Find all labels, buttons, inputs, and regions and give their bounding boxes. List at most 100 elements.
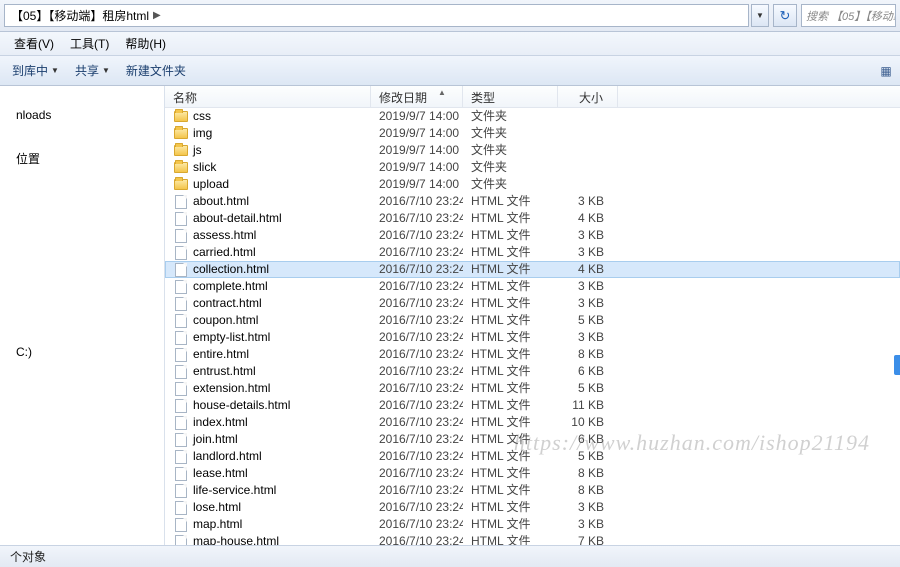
- file-name-cell: lose.html: [165, 499, 371, 516]
- file-row[interactable]: map-house.html2016/7/10 23:24HTML 文件7 KB: [165, 533, 900, 545]
- file-size-cell: 11 KB: [558, 397, 618, 414]
- file-date-cell: 2019/9/7 14:00: [371, 142, 463, 159]
- file-name-cell: upload: [165, 176, 371, 193]
- file-list-pane[interactable]: ▲ 名称 修改日期 类型 大小 css2019/9/7 14:00文件夹img2…: [165, 86, 900, 545]
- file-name-text: upload: [193, 176, 229, 193]
- sort-arrow-icon: ▲: [438, 88, 446, 97]
- file-row[interactable]: collection.html2016/7/10 23:24HTML 文件4 K…: [165, 261, 900, 278]
- file-row[interactable]: img2019/9/7 14:00文件夹: [165, 125, 900, 142]
- file-date-cell: 2016/7/10 23:24: [371, 210, 463, 227]
- new-folder-button[interactable]: 新建文件夹: [118, 58, 194, 83]
- file-name-text: js: [193, 142, 202, 159]
- file-row[interactable]: map.html2016/7/10 23:24HTML 文件3 KB: [165, 516, 900, 533]
- file-row[interactable]: landlord.html2016/7/10 23:24HTML 文件5 KB: [165, 448, 900, 465]
- file-type-cell: HTML 文件: [463, 312, 558, 329]
- file-size-cell: 5 KB: [558, 312, 618, 329]
- file-type-cell: 文件夹: [463, 176, 558, 193]
- file-row[interactable]: entire.html2016/7/10 23:24HTML 文件8 KB: [165, 346, 900, 363]
- file-row[interactable]: upload2019/9/7 14:00文件夹: [165, 176, 900, 193]
- file-row[interactable]: slick2019/9/7 14:00文件夹: [165, 159, 900, 176]
- scrollbar-indicator[interactable]: [894, 355, 900, 375]
- file-size-cell: 4 KB: [558, 210, 618, 227]
- file-date-cell: 2016/7/10 23:24: [371, 516, 463, 533]
- menu-tools[interactable]: 工具(T): [62, 33, 117, 54]
- menu-view[interactable]: 查看(V): [6, 33, 62, 54]
- file-name-text: img: [193, 125, 212, 142]
- menu-bar: 查看(V) 工具(T) 帮助(H): [0, 32, 900, 56]
- file-date-cell: 2016/7/10 23:24: [371, 363, 463, 380]
- navigation-pane[interactable]: nloads 位置 C:): [0, 86, 165, 545]
- refresh-button[interactable]: ↻: [773, 4, 797, 27]
- file-row[interactable]: assess.html2016/7/10 23:24HTML 文件3 KB: [165, 227, 900, 244]
- file-size-cell: 10 KB: [558, 414, 618, 431]
- file-name-cell: img: [165, 125, 371, 142]
- file-name-cell: collection.html: [165, 261, 371, 278]
- file-name-text: carried.html: [193, 244, 256, 261]
- file-row[interactable]: about-detail.html2016/7/10 23:24HTML 文件4…: [165, 210, 900, 227]
- file-name-cell: map-house.html: [165, 533, 371, 545]
- file-icon: [173, 194, 189, 210]
- breadcrumb[interactable]: 【05】【移动端】租房html ▶: [4, 4, 749, 27]
- column-header-type[interactable]: 类型: [463, 86, 558, 107]
- file-type-cell: HTML 文件: [463, 499, 558, 516]
- sidebar-item-drive-c[interactable]: C:): [0, 341, 164, 363]
- address-dropdown-button[interactable]: ▼: [751, 4, 769, 27]
- file-row[interactable]: carried.html2016/7/10 23:24HTML 文件3 KB: [165, 244, 900, 261]
- file-row[interactable]: complete.html2016/7/10 23:24HTML 文件3 KB: [165, 278, 900, 295]
- file-size-cell: 3 KB: [558, 516, 618, 533]
- file-size-cell: 6 KB: [558, 363, 618, 380]
- file-row[interactable]: join.html2016/7/10 23:24HTML 文件6 KB: [165, 431, 900, 448]
- file-date-cell: 2016/7/10 23:24: [371, 431, 463, 448]
- file-name-text: collection.html: [193, 261, 269, 278]
- file-row[interactable]: about.html2016/7/10 23:24HTML 文件3 KB: [165, 193, 900, 210]
- column-header-name[interactable]: 名称: [165, 86, 371, 107]
- file-row[interactable]: extension.html2016/7/10 23:24HTML 文件5 KB: [165, 380, 900, 397]
- file-icon: [173, 228, 189, 244]
- file-type-cell: HTML 文件: [463, 193, 558, 210]
- sidebar-item-recent[interactable]: 位置: [0, 146, 164, 171]
- include-in-library-button[interactable]: 到库中▼: [4, 58, 67, 83]
- file-row[interactable]: life-service.html2016/7/10 23:24HTML 文件8…: [165, 482, 900, 499]
- share-button[interactable]: 共享▼: [67, 58, 118, 83]
- file-size-cell: 7 KB: [558, 533, 618, 545]
- search-input[interactable]: 搜索 【05】【移动端: [801, 4, 896, 27]
- file-row[interactable]: css2019/9/7 14:00文件夹: [165, 108, 900, 125]
- file-name-text: entire.html: [193, 346, 249, 363]
- menu-help[interactable]: 帮助(H): [117, 33, 174, 54]
- file-size-cell: 3 KB: [558, 278, 618, 295]
- file-name-cell: landlord.html: [165, 448, 371, 465]
- file-date-cell: 2016/7/10 23:24: [371, 329, 463, 346]
- file-icon: [173, 398, 189, 414]
- status-text: 个对象: [10, 548, 46, 565]
- file-size-cell: 3 KB: [558, 499, 618, 516]
- file-row[interactable]: coupon.html2016/7/10 23:24HTML 文件5 KB: [165, 312, 900, 329]
- file-date-cell: 2016/7/10 23:24: [371, 295, 463, 312]
- file-size-cell: 8 KB: [558, 482, 618, 499]
- file-name-text: slick: [193, 159, 216, 176]
- file-row[interactable]: empty-list.html2016/7/10 23:24HTML 文件3 K…: [165, 329, 900, 346]
- file-name-cell: lease.html: [165, 465, 371, 482]
- file-icon: [173, 211, 189, 227]
- file-name-cell: entire.html: [165, 346, 371, 363]
- folder-icon: [173, 109, 189, 125]
- file-date-cell: 2016/7/10 23:24: [371, 533, 463, 545]
- file-icon: [173, 330, 189, 346]
- file-name-cell: house-details.html: [165, 397, 371, 414]
- file-name-text: join.html: [193, 431, 238, 448]
- file-row[interactable]: lease.html2016/7/10 23:24HTML 文件8 KB: [165, 465, 900, 482]
- file-icon: [173, 534, 189, 546]
- file-type-cell: HTML 文件: [463, 516, 558, 533]
- file-row[interactable]: house-details.html2016/7/10 23:24HTML 文件…: [165, 397, 900, 414]
- file-name-cell: extension.html: [165, 380, 371, 397]
- file-row[interactable]: lose.html2016/7/10 23:24HTML 文件3 KB: [165, 499, 900, 516]
- file-name-text: lease.html: [193, 465, 248, 482]
- file-name-text: map-house.html: [193, 533, 279, 545]
- sidebar-item-downloads[interactable]: nloads: [0, 104, 164, 126]
- column-header-size[interactable]: 大小: [558, 86, 618, 107]
- file-row[interactable]: js2019/9/7 14:00文件夹: [165, 142, 900, 159]
- file-row[interactable]: index.html2016/7/10 23:24HTML 文件10 KB: [165, 414, 900, 431]
- file-row[interactable]: entrust.html2016/7/10 23:24HTML 文件6 KB: [165, 363, 900, 380]
- file-row[interactable]: contract.html2016/7/10 23:24HTML 文件3 KB: [165, 295, 900, 312]
- view-options-icon[interactable]: ▦: [876, 61, 896, 81]
- column-header-date[interactable]: 修改日期: [371, 86, 463, 107]
